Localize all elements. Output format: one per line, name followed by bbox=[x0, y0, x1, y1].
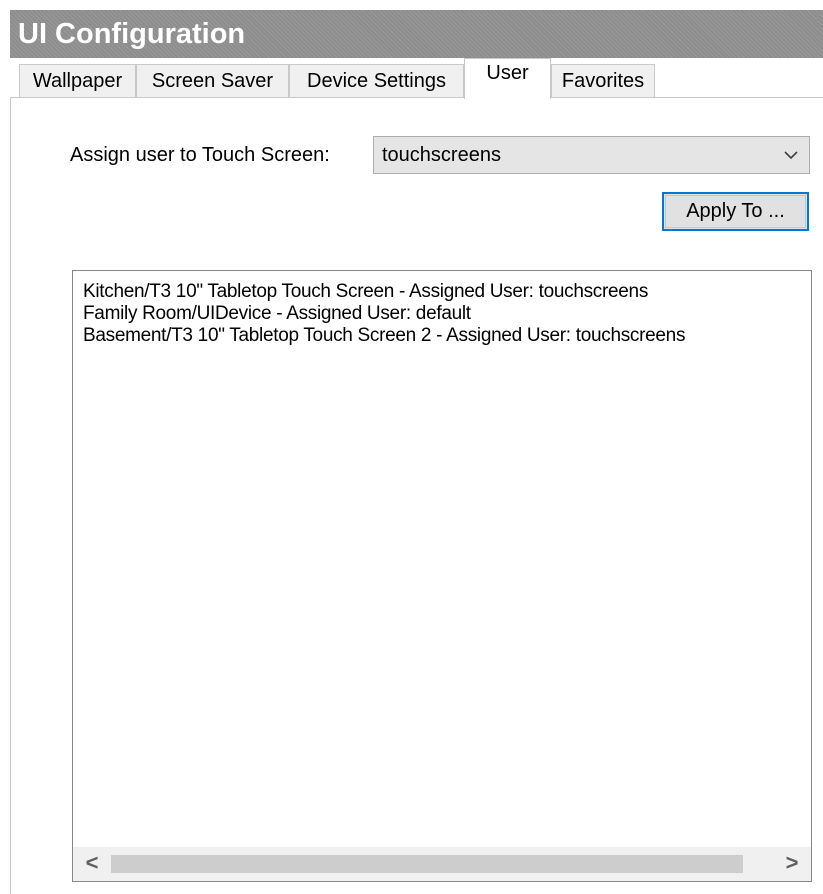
tab-strip: Wallpaper Screen Saver Device Settings U… bbox=[10, 58, 823, 99]
list-item[interactable]: Family Room/UIDevice - Assigned User: de… bbox=[83, 303, 471, 325]
assign-user-label: Assign user to Touch Screen: bbox=[70, 144, 330, 166]
tab-wallpaper[interactable]: Wallpaper bbox=[19, 64, 136, 98]
apply-to-button[interactable]: Apply To ... bbox=[662, 192, 809, 231]
selected-user-value: touchscreens bbox=[382, 144, 501, 166]
tab-user[interactable]: User bbox=[464, 58, 551, 99]
chevron-down-icon bbox=[783, 137, 799, 173]
chevron-right-icon[interactable]: > bbox=[775, 847, 809, 881]
scrollbar-thumb[interactable] bbox=[111, 855, 743, 873]
horizontal-scrollbar[interactable]: < > bbox=[73, 847, 811, 881]
list-item[interactable]: Basement/T3 10" Tabletop Touch Screen 2 … bbox=[83, 325, 685, 347]
list-item[interactable]: Kitchen/T3 10" Tabletop Touch Screen - A… bbox=[83, 281, 648, 303]
window-title-bar: UI Configuration bbox=[10, 10, 823, 58]
tab-screen-saver[interactable]: Screen Saver bbox=[136, 64, 289, 98]
user-select-dropdown[interactable]: touchscreens bbox=[373, 136, 810, 174]
tab-device-settings[interactable]: Device Settings bbox=[289, 64, 464, 98]
device-user-list[interactable]: Kitchen/T3 10" Tabletop Touch Screen - A… bbox=[72, 270, 812, 882]
window-title: UI Configuration bbox=[18, 18, 246, 50]
tab-favorites[interactable]: Favorites bbox=[551, 64, 655, 98]
chevron-left-icon[interactable]: < bbox=[75, 847, 109, 881]
